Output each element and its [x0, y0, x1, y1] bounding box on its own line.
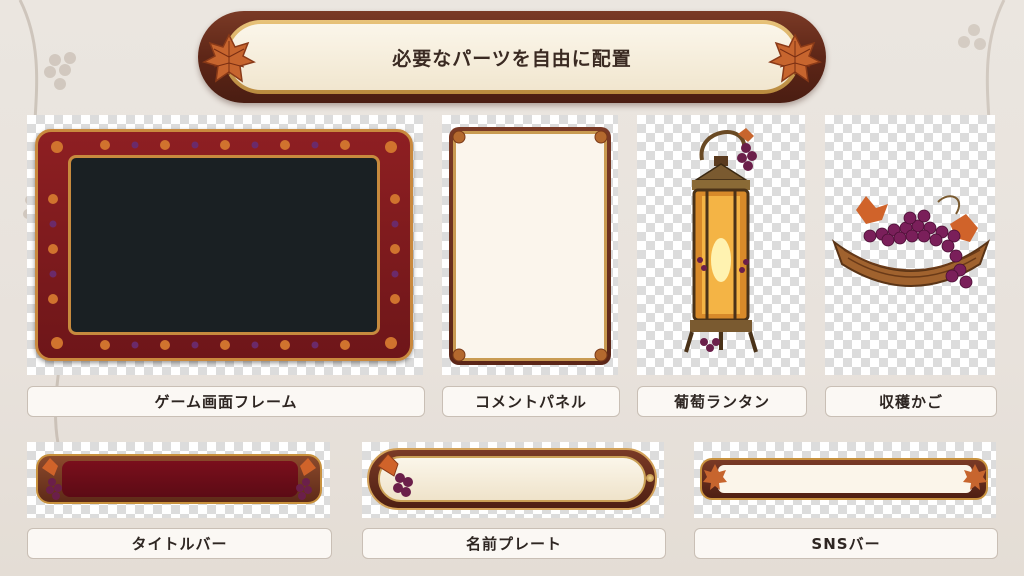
name-plate-rivet — [646, 474, 654, 482]
game-screen-area[interactable] — [68, 155, 380, 335]
page-title: 必要なパーツを自由に配置 — [392, 47, 632, 70]
label-comment-panel: コメントパネル — [442, 386, 620, 417]
label-grape-lantern: 葡萄ランタン — [637, 386, 807, 417]
label-game-frame: ゲーム画面フレーム — [27, 386, 425, 417]
label-title-bar: タイトルバー — [27, 528, 332, 559]
label-sns-bar: SNSバー — [694, 528, 998, 559]
grape-cluster-icon — [42, 458, 316, 500]
label-name-plate: 名前プレート — [362, 528, 666, 559]
banner-plate: 必要なパーツを自由に配置 — [228, 24, 796, 90]
name-plate-area[interactable] — [378, 456, 646, 502]
basket-icon[interactable] — [830, 190, 992, 300]
grape-leaf-icon — [703, 464, 727, 490]
grape-leaf-icon — [202, 33, 256, 83]
lantern-icon[interactable] — [662, 120, 780, 370]
grape-leaf-icon — [963, 464, 987, 490]
comment-panel-corner-ornaments — [452, 130, 608, 362]
grape-cluster-icon — [377, 453, 413, 497]
grape-leaf-icon — [768, 33, 822, 83]
title-banner: 必要なパーツを自由に配置 — [198, 11, 826, 103]
label-harvest-basket: 収穫かご — [825, 386, 997, 417]
sns-bar-area[interactable] — [718, 465, 972, 493]
